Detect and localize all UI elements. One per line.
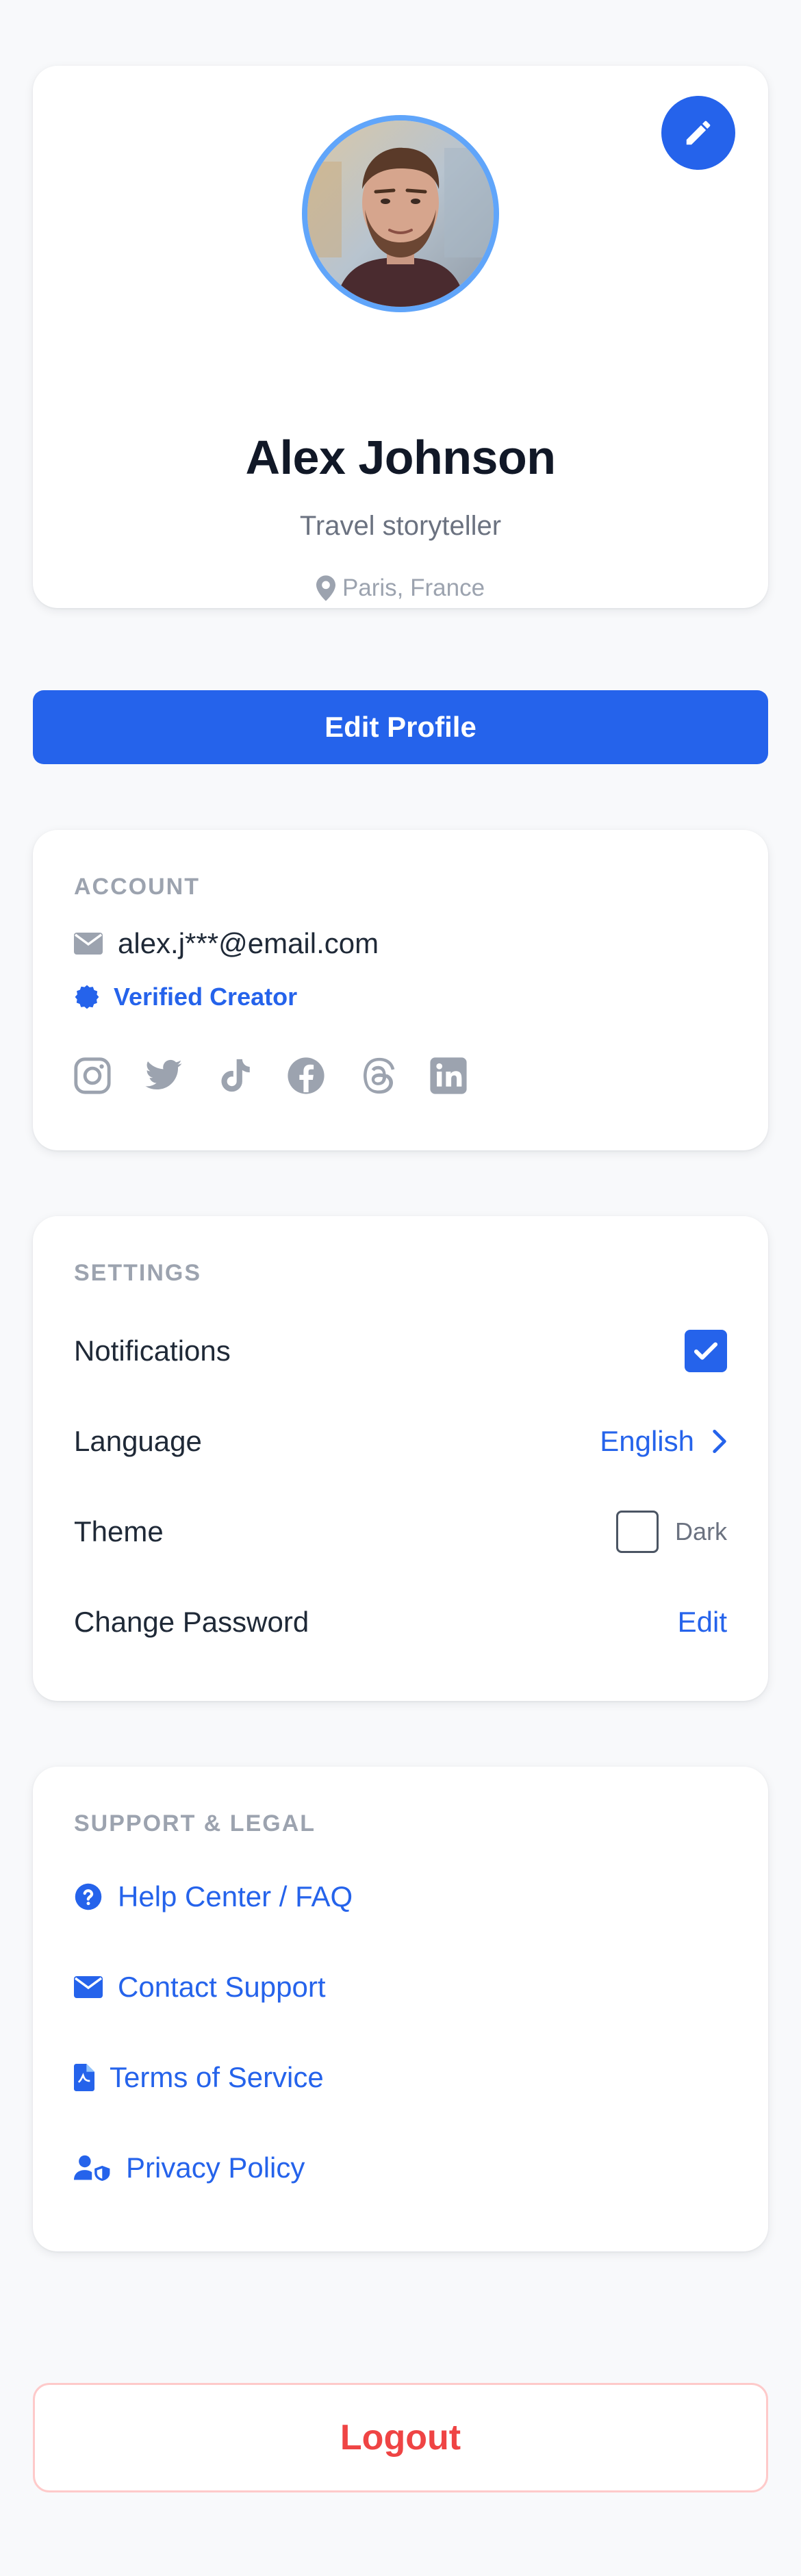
language-value: English	[600, 1425, 694, 1457]
notifications-checkbox[interactable]	[685, 1330, 727, 1372]
verified-badge-label: Verified Creator	[114, 983, 298, 1011]
verified-badge: Verified Creator	[74, 983, 297, 1011]
notifications-row: Notifications	[74, 1327, 727, 1375]
location-text: Paris, France	[342, 574, 485, 601]
avatar[interactable]	[302, 115, 499, 312]
profile-card: Alex Johnson Travel storyteller Paris, F…	[33, 66, 768, 608]
language-selector[interactable]: English	[600, 1425, 727, 1458]
settings-section-title: SETTINGS	[74, 1260, 202, 1286]
chevron-right-icon	[713, 1429, 726, 1454]
settings-card: SETTINGS Notifications Language English …	[33, 1216, 768, 1701]
twitter-icon[interactable]	[144, 1056, 183, 1096]
document-icon	[74, 2064, 94, 2091]
edit-avatar-button[interactable]	[661, 96, 735, 170]
terms-of-service-link[interactable]: Terms of Service	[74, 2061, 324, 2094]
question-circle-icon	[75, 1883, 102, 1910]
language-row[interactable]: Language English	[74, 1417, 727, 1465]
pencil-icon	[686, 121, 711, 145]
profile-name: Alex Johnson	[245, 431, 556, 484]
map-pin-icon	[316, 575, 335, 601]
logout-button[interactable]: Logout	[33, 2383, 768, 2492]
privacy-policy-label: Privacy Policy	[126, 2151, 305, 2184]
avatar-photo	[307, 121, 494, 307]
help-center-label: Help Center / FAQ	[118, 1880, 353, 1912]
contact-support-label: Contact Support	[118, 1971, 326, 2003]
account-card: ACCOUNT alex.j***@email.com Verified Cre…	[33, 830, 768, 1150]
instagram-icon[interactable]	[73, 1056, 112, 1096]
envelope-icon	[74, 1976, 103, 1998]
profile-settings-page: Alex Johnson Travel storyteller Paris, F…	[0, 0, 801, 2576]
change-password-edit-link[interactable]: Edit	[678, 1606, 727, 1639]
envelope-icon	[74, 933, 103, 955]
dark-theme-label: Dark	[674, 1517, 727, 1545]
user-shield-icon	[74, 2155, 110, 2182]
social-links	[73, 1056, 468, 1096]
notifications-label: Notifications	[74, 1335, 231, 1367]
language-label: Language	[74, 1425, 202, 1457]
profile-tagline: Travel storyteller	[299, 511, 502, 541]
facebook-icon[interactable]	[286, 1056, 326, 1096]
help-center-link[interactable]: Help Center / FAQ	[74, 1880, 353, 1913]
contact-support-link[interactable]: Contact Support	[74, 1971, 326, 2004]
threads-icon[interactable]	[357, 1056, 397, 1096]
profile-location: Paris, France	[33, 574, 768, 602]
support-section-title: SUPPORT & LEGAL	[74, 1810, 316, 1836]
theme-toggle: Dark	[615, 1511, 727, 1553]
privacy-policy-link[interactable]: Privacy Policy	[74, 2151, 305, 2184]
verified-badge-icon	[75, 985, 99, 1009]
theme-label: Theme	[74, 1515, 164, 1548]
email-text: alex.j***@email.com	[118, 927, 379, 959]
terms-of-service-label: Terms of Service	[110, 2061, 324, 2093]
change-password-row: Change Password Edit	[74, 1598, 727, 1646]
account-section-title: ACCOUNT	[74, 874, 200, 900]
tiktok-icon[interactable]	[215, 1056, 255, 1096]
email-row: alex.j***@email.com	[74, 927, 379, 960]
dark-theme-checkbox[interactable]	[615, 1511, 659, 1553]
linkedin-icon[interactable]	[429, 1056, 468, 1096]
checkmark-icon	[694, 1342, 718, 1360]
change-password-label: Change Password	[74, 1606, 309, 1638]
support-legal-card: SUPPORT & LEGAL Help Center / FAQ Contac…	[33, 1767, 768, 2251]
edit-profile-button[interactable]: Edit Profile	[33, 690, 768, 764]
theme-row: Theme Dark	[74, 1508, 727, 1556]
